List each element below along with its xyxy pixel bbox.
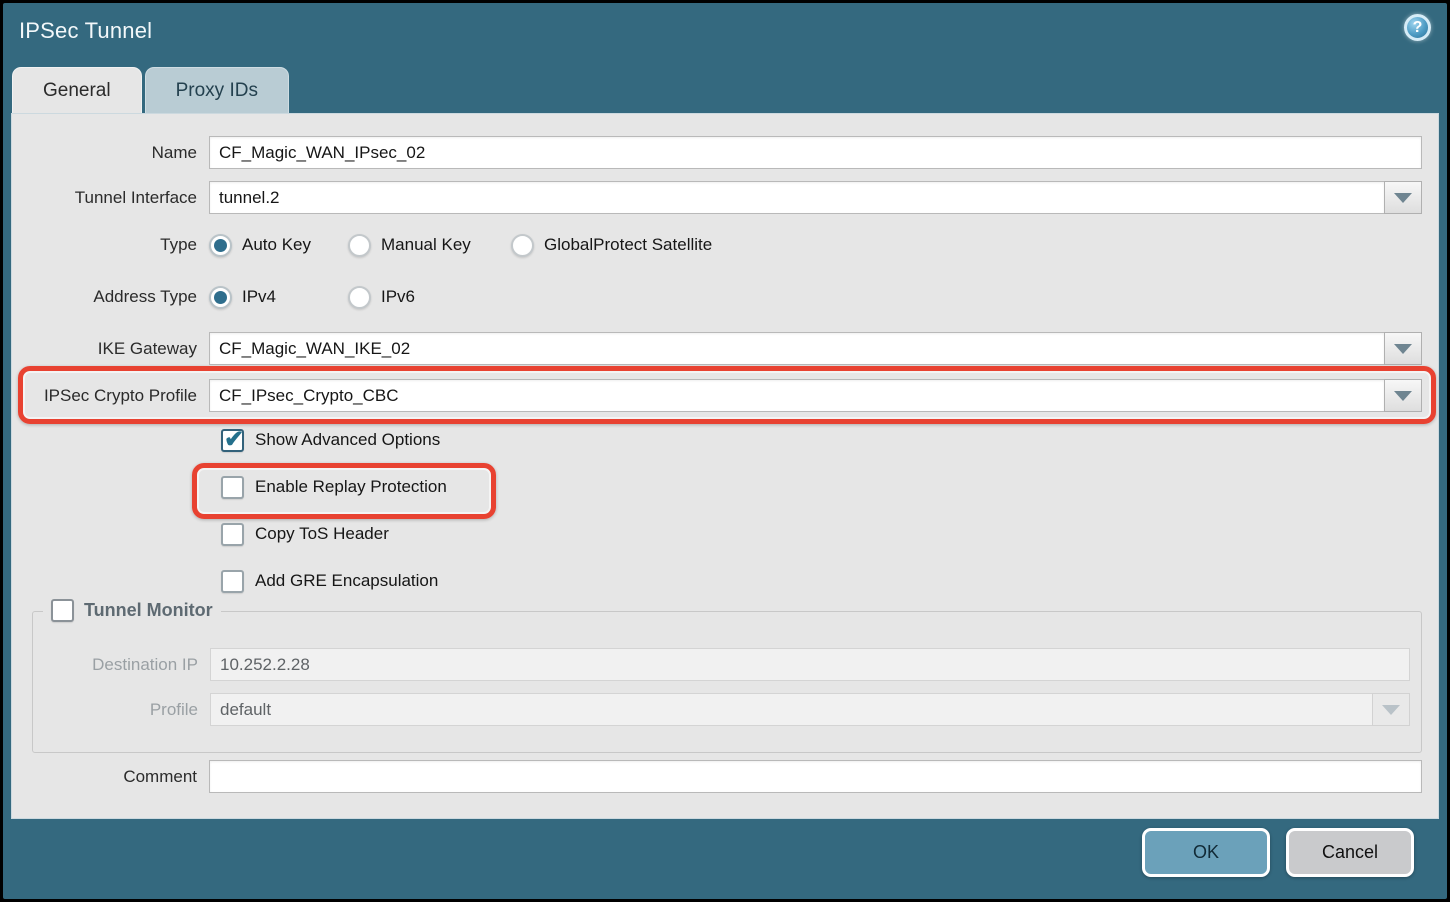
add-gre-encapsulation-row: Add GRE Encapsulation — [12, 569, 1422, 593]
general-tab-panel: Name Tunnel Interface Type Auto Key — [11, 113, 1439, 819]
chevron-down-icon — [1382, 705, 1400, 715]
show-advanced-options-label: Show Advanced Options — [255, 430, 440, 450]
tunnel-monitor-label: Tunnel Monitor — [84, 600, 213, 621]
ipsec-crypto-profile-dropdown-button[interactable] — [1384, 379, 1422, 412]
add-gre-encapsulation-checkbox[interactable]: Add GRE Encapsulation — [221, 570, 438, 593]
radio-ipv4-label: IPv4 — [242, 287, 276, 307]
tab-general[interactable]: General — [12, 67, 142, 114]
name-row: Name — [12, 136, 1422, 169]
radio-manual-key-label: Manual Key — [381, 235, 471, 255]
radio-selected-icon — [209, 286, 232, 309]
radio-auto-key-label: Auto Key — [242, 235, 311, 255]
ike-gateway-label: IKE Gateway — [12, 339, 209, 359]
ipsec-tunnel-dialog: IPSec Tunnel ? General Proxy IDs Name Tu… — [0, 0, 1450, 902]
tunnel-interface-label: Tunnel Interface — [12, 188, 209, 208]
ike-gateway-row: IKE Gateway — [12, 332, 1422, 365]
show-advanced-options-row: Show Advanced Options — [12, 428, 1422, 452]
checkbox-unchecked-icon — [221, 523, 244, 546]
show-advanced-options-checkbox[interactable]: Show Advanced Options — [221, 429, 440, 452]
radio-unselected-icon — [348, 286, 371, 309]
ike-gateway-dropdown-button[interactable] — [1384, 332, 1422, 365]
radio-globalprotect-satellite-label: GlobalProtect Satellite — [544, 235, 712, 255]
name-input[interactable] — [209, 136, 1422, 169]
radio-selected-icon — [209, 234, 232, 257]
comment-input[interactable] — [209, 760, 1422, 793]
radio-unselected-icon — [511, 234, 534, 257]
name-label: Name — [12, 143, 209, 163]
chevron-down-icon — [1394, 193, 1412, 203]
add-gre-encapsulation-label: Add GRE Encapsulation — [255, 571, 438, 591]
tunnel-interface-dropdown-button[interactable] — [1384, 181, 1422, 214]
tunnel-monitor-group: Tunnel Monitor Destination IP Profile — [32, 611, 1422, 753]
address-type-label: Address Type — [12, 287, 209, 307]
tab-bar: General Proxy IDs — [12, 67, 289, 114]
cancel-button[interactable]: Cancel — [1286, 828, 1414, 877]
help-icon[interactable]: ? — [1404, 14, 1431, 41]
copy-tos-header-label: Copy ToS Header — [255, 524, 389, 544]
dialog-titlebar: IPSec Tunnel ? — [3, 3, 1447, 67]
enable-replay-protection-label: Enable Replay Protection — [255, 477, 447, 497]
ipsec-crypto-profile-input[interactable] — [209, 379, 1385, 412]
ok-button[interactable]: OK — [1142, 828, 1270, 877]
enable-replay-protection-checkbox[interactable]: Enable Replay Protection — [221, 476, 447, 499]
copy-tos-header-checkbox[interactable]: Copy ToS Header — [221, 523, 389, 546]
checkbox-checked-icon — [221, 429, 244, 452]
radio-auto-key[interactable]: Auto Key — [209, 234, 348, 257]
address-type-row: Address Type IPv4 IPv6 — [12, 285, 1422, 309]
destination-ip-label: Destination IP — [33, 655, 210, 675]
ike-gateway-input[interactable] — [209, 332, 1385, 365]
tab-proxy-ids[interactable]: Proxy IDs — [145, 67, 289, 114]
chevron-down-icon — [1394, 344, 1412, 354]
checkbox-unchecked-icon — [221, 476, 244, 499]
type-row: Type Auto Key Manual Key GlobalProtect S… — [12, 233, 1422, 257]
tunnel-monitor-legend: Tunnel Monitor — [43, 599, 221, 622]
radio-ipv6-label: IPv6 — [381, 287, 415, 307]
ipsec-crypto-profile-label: IPSec Crypto Profile — [12, 386, 209, 406]
radio-unselected-icon — [348, 234, 371, 257]
comment-label: Comment — [12, 767, 209, 787]
profile-row: Profile — [33, 693, 1410, 726]
tunnel-monitor-checkbox[interactable] — [51, 599, 74, 622]
chevron-down-icon — [1394, 391, 1412, 401]
radio-manual-key[interactable]: Manual Key — [348, 234, 511, 257]
destination-ip-input — [210, 648, 1410, 681]
comment-row: Comment — [12, 760, 1422, 793]
profile-input — [210, 693, 1373, 726]
type-label: Type — [12, 235, 209, 255]
radio-ipv4[interactable]: IPv4 — [209, 286, 348, 309]
profile-label: Profile — [33, 700, 210, 720]
radio-globalprotect-satellite[interactable]: GlobalProtect Satellite — [511, 234, 712, 257]
dialog-footer: OK Cancel — [3, 813, 1447, 899]
dialog-title: IPSec Tunnel — [19, 18, 152, 44]
enable-replay-protection-row: Enable Replay Protection — [12, 475, 1422, 499]
copy-tos-header-row: Copy ToS Header — [12, 522, 1422, 546]
tunnel-interface-row: Tunnel Interface — [12, 181, 1422, 214]
radio-ipv6[interactable]: IPv6 — [348, 286, 415, 309]
tunnel-interface-input[interactable] — [209, 181, 1385, 214]
ipsec-crypto-profile-row: IPSec Crypto Profile — [12, 379, 1422, 412]
checkbox-unchecked-icon — [221, 570, 244, 593]
profile-dropdown-button — [1372, 693, 1410, 726]
destination-ip-row: Destination IP — [33, 648, 1410, 681]
